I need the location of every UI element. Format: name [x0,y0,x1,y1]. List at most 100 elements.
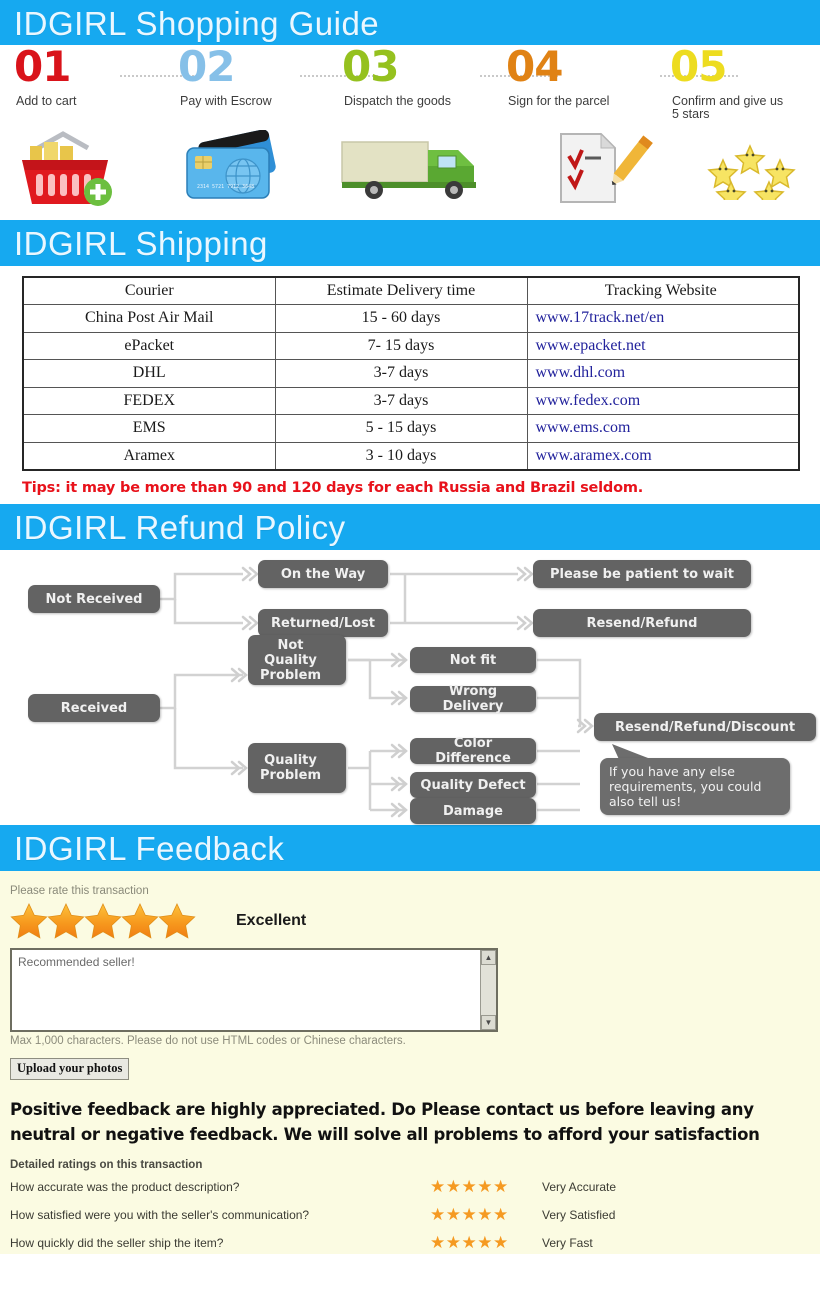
max-characters-note: Max 1,000 characters. Please do not use … [10,1035,406,1047]
detailed-rating-stars: ★★★★★ [430,1232,509,1252]
col-header-delivery-time: Estimate Delivery time [274,276,528,305]
detailed-rating-value: Very Accurate [542,1179,617,1194]
detailed-rating-row: How satisfied were you with the seller's… [10,1202,820,1227]
table-row: FEDEX 3-7 days www.fedex.com [22,386,800,415]
upload-your-photos-button[interactable]: Upload your photos [10,1058,130,1080]
tracking-link[interactable]: www.dhl.com [526,359,800,388]
node-please-be-patient-to-wait: Please be patient to wait [533,560,751,588]
step-label-confirm-and-give-us-5-stars: Confirm and give us 5 stars [672,94,784,121]
five-star-rating-widget[interactable] [10,902,210,940]
svg-text:2314 5721 7912 3648: 2314 5721 7912 3648 [197,184,254,190]
signed-document-icon [545,132,665,209]
detailed-rating-row: How quickly did the seller ship the item… [10,1230,820,1255]
shopping-guide-section: 01 Add to cart 02 Pay with Escrow 03 Dis… [0,45,820,220]
credit-card-icon: 2314 5721 7912 3648 [175,129,295,209]
step-number-01: 01 [14,42,71,91]
node-damage: Damage [410,798,536,824]
scroll-down-icon[interactable]: ▼ [481,1015,496,1030]
detailed-rating-value: Very Satisfied [542,1207,616,1222]
step-number-03: 03 [342,42,399,91]
delivery-time: 15 - 60 days [274,304,528,333]
col-header-tracking-website: Tracking Website [526,276,800,305]
table-row: Aramex 3 - 10 days www.aramex.com [22,441,800,470]
step-item-3: 03 Dispatch the goods [328,45,492,123]
node-not-received: Not Received [28,585,160,613]
node-on-the-way: On the Way [258,560,388,588]
detailed-rating-question: How accurate was the product description… [10,1179,240,1194]
step-number-05: 05 [670,42,727,91]
courier-name: FEDEX [22,386,276,415]
shipping-tips-note: Tips: it may be more than 90 and 120 day… [22,479,644,496]
tracking-link[interactable]: www.17track.net/en [526,304,800,333]
table-row: EMS 5 - 15 days www.ems.com [22,414,800,443]
positive-feedback-note: Positive feedback are highly appreciated… [10,1100,760,1144]
table-row: China Post Air Mail 15 - 60 days www.17t… [22,304,800,333]
node-resend-refund: Resend/Refund [533,609,751,637]
detailed-rating-question: How quickly did the seller ship the item… [10,1235,224,1250]
tracking-link[interactable]: www.ems.com [526,414,800,443]
detailed-rating-value: Very Fast [542,1235,593,1250]
node-received: Received [28,694,160,722]
shipping-section: Courier Estimate Delivery time Tracking … [0,266,820,504]
step-label-pay-with-escrow: Pay with Escrow [180,94,272,108]
node-returned-lost: Returned/Lost [258,609,388,637]
page-root: IDGIRL Shopping Guide 01 Add to cart 02 … [0,0,820,1289]
courier-name: Aramex [22,441,276,470]
tracking-link[interactable]: www.epacket.net [526,331,800,360]
detailed-rating-question: How satisfied were you with the seller's… [10,1207,310,1222]
step-number-02: 02 [178,42,235,91]
step-label-add-to-cart: Add to cart [16,94,77,108]
step-icons-row: 2314 5721 7912 3648 [0,123,820,213]
delivery-time: 7- 15 days [274,331,528,360]
delivery-truck-icon [338,138,498,205]
col-header-courier: Courier [22,276,276,305]
node-quality-defect: Quality Defect [410,772,536,798]
tracking-link[interactable]: www.aramex.com [526,441,800,470]
step-item-5: 05 Confirm and give us 5 stars [656,45,820,123]
rate-transaction-prompt: Please rate this transaction [10,885,149,897]
delivery-time: 3 - 10 days [274,441,528,470]
refund-extra-requirements-bubble: If you have any else requirements, you c… [600,758,790,815]
node-resend-refund-discount: Resend/Refund/Discount [594,713,816,741]
shipping-banner: IDGIRL Shipping [0,220,820,266]
shopping-basket-icon [8,130,118,213]
feedback-section: Please rate this transaction Excellent R… [0,871,820,1254]
step-item-2: 02 Pay with Escrow [164,45,328,123]
detailed-rating-stars: ★★★★★ [430,1176,509,1196]
shipping-table: Courier Estimate Delivery time Tracking … [22,276,800,471]
scroll-up-icon[interactable]: ▲ [481,950,496,965]
step-item-4: 04 Sign for the parcel [492,45,656,123]
node-wrong-delivery: Wrong Delivery [410,684,536,714]
table-header-row: Courier Estimate Delivery time Tracking … [22,276,800,305]
five-stars-icon [695,138,805,211]
courier-name: ePacket [22,331,276,360]
comment-scrollbar[interactable]: ▲ ▼ [480,950,496,1030]
rating-stars-row[interactable]: Excellent [10,902,820,940]
node-color-difference: Color Difference [410,736,536,766]
delivery-time: 3-7 days [274,386,528,415]
delivery-time: 5 - 15 days [274,414,528,443]
node-quality-problem: Quality Problem [248,743,346,793]
refund-diagram-section: Not Received On the Way Returned/Lost Pl… [0,550,820,825]
feedback-comment-value[interactable]: Recommended seller! [12,950,496,974]
feedback-banner: IDGIRL Feedback [0,825,820,871]
step-label-sign-for-the-parcel: Sign for the parcel [508,94,610,108]
detailed-ratings-title: Detailed ratings on this transaction [10,1159,203,1171]
detailed-rating-row: How accurate was the product description… [10,1174,820,1199]
steps-row: 01 Add to cart 02 Pay with Escrow 03 Dis… [0,45,820,123]
rating-label-excellent: Excellent [236,912,307,929]
courier-name: EMS [22,414,276,443]
detailed-rating-stars: ★★★★★ [430,1204,509,1224]
step-item-1: 01 Add to cart [0,45,164,123]
feedback-comment-box[interactable]: Recommended seller! ▲ ▼ [10,948,498,1032]
table-row: DHL 3-7 days www.dhl.com [22,359,800,388]
table-row: ePacket 7- 15 days www.epacket.net [22,331,800,360]
delivery-time: 3-7 days [274,359,528,388]
tracking-link[interactable]: www.fedex.com [526,386,800,415]
node-not-fit: Not fit [410,647,536,673]
step-label-dispatch-the-goods: Dispatch the goods [344,94,452,108]
refund-policy-banner: IDGIRL Refund Policy [0,504,820,550]
shopping-guide-banner: IDGIRL Shopping Guide [0,0,820,45]
courier-name: China Post Air Mail [22,304,276,333]
step-number-04: 04 [506,42,563,91]
